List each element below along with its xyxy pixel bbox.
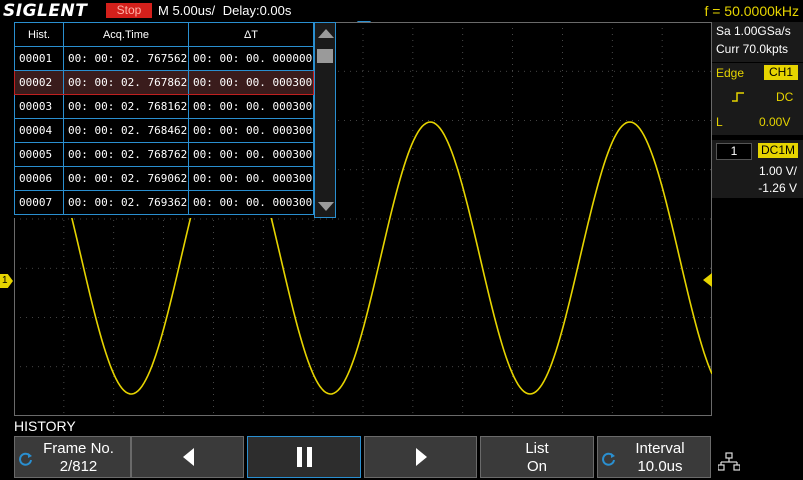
ch1-offset-marker[interactable]: 1 bbox=[0, 274, 13, 288]
sample-rate: Sa 1.00GSa/s bbox=[716, 24, 791, 38]
trigger-level-marker[interactable] bbox=[703, 273, 712, 287]
cell-delta-t: 00: 00: 00. 000300 bbox=[188, 142, 314, 167]
cell-acq-time: 00: 00: 02. 767862 bbox=[63, 70, 189, 95]
channel-coupling-badge: DC1M bbox=[758, 143, 798, 158]
trigger-level-value: 0.00V bbox=[759, 115, 791, 129]
cell-delta-t: 00: 00: 00. 000300 bbox=[188, 70, 314, 95]
cell-delta-t: 00: 00: 00. 000300 bbox=[188, 118, 314, 143]
scroll-thumb[interactable] bbox=[317, 49, 333, 63]
interval-softkey[interactable]: Interval 10.0us bbox=[597, 436, 711, 478]
trigger-info-panel[interactable]: Edge CH1 DC L 0.00V bbox=[712, 63, 803, 135]
cell-hist: 00001 bbox=[14, 46, 64, 71]
run-state-badge[interactable]: Stop bbox=[106, 3, 152, 18]
list-toggle-softkey[interactable]: List On bbox=[480, 436, 594, 478]
trigger-level-label: L bbox=[716, 115, 723, 129]
rising-edge-icon bbox=[732, 89, 744, 102]
timebase-scale: M 5.00us/ bbox=[158, 3, 216, 18]
pause-button[interactable] bbox=[247, 436, 361, 478]
history-table: Hist. Acq.Time ΔT 00001 00: 00: 02. 7675… bbox=[14, 22, 314, 215]
table-row[interactable]: 00001 00: 00: 02. 767562 00: 00: 00. 000… bbox=[14, 46, 314, 71]
col-hist-header: Hist. bbox=[14, 22, 64, 47]
trigger-source-badge: CH1 bbox=[764, 65, 798, 80]
channel-scale: 1.00 V/ bbox=[758, 164, 797, 178]
cell-hist: 00002 bbox=[14, 70, 64, 95]
channel-info-panel[interactable]: 1 DC1M 1.00 V/ -1.26 V bbox=[712, 140, 803, 198]
cell-hist: 00004 bbox=[14, 118, 64, 143]
table-row[interactable]: 00003 00: 00: 02. 768162 00: 00: 00. 000… bbox=[14, 94, 314, 119]
history-scrollbar[interactable] bbox=[314, 22, 336, 218]
table-row-selected[interactable]: 00002 00: 00: 02. 767862 00: 00: 00. 000… bbox=[14, 70, 314, 95]
channel-number-tab: 1 bbox=[716, 143, 752, 160]
rotary-knob-icon bbox=[602, 452, 616, 466]
table-row[interactable]: 00005 00: 00: 02. 768762 00: 00: 00. 000… bbox=[14, 142, 314, 167]
next-arrow-icon bbox=[416, 448, 427, 466]
cell-delta-t: 00: 00: 00. 000000 bbox=[188, 46, 314, 71]
table-row[interactable]: 00007 00: 00: 02. 769362 00: 00: 00. 000… bbox=[14, 190, 314, 215]
next-frame-button[interactable] bbox=[364, 436, 477, 478]
cell-acq-time: 00: 00: 02. 769062 bbox=[63, 166, 189, 191]
cell-hist: 00003 bbox=[14, 94, 64, 119]
cell-delta-t: 00: 00: 00. 000300 bbox=[188, 94, 314, 119]
trigger-type: Edge bbox=[716, 66, 745, 80]
timebase-delay: Delay:0.00s bbox=[222, 3, 292, 18]
previous-arrow-icon bbox=[183, 448, 194, 466]
menu-title: HISTORY bbox=[14, 418, 76, 434]
brand-logo: SIGLENT bbox=[3, 1, 88, 21]
scroll-up-arrow-icon[interactable] bbox=[318, 29, 334, 38]
table-row[interactable]: 00006 00: 00: 02. 769062 00: 00: 00. 000… bbox=[14, 166, 314, 191]
trigger-coupling: DC bbox=[776, 90, 794, 104]
list-label: List bbox=[525, 440, 549, 457]
cell-hist: 00005 bbox=[14, 142, 64, 167]
network-status-icon bbox=[717, 452, 741, 472]
cell-delta-t: 00: 00: 00. 000300 bbox=[188, 190, 314, 215]
frame-number-softkey[interactable]: Frame No. 2/812 bbox=[14, 436, 131, 478]
cell-acq-time: 00: 00: 02. 768162 bbox=[63, 94, 189, 119]
col-acq-time-header: Acq.Time bbox=[63, 22, 189, 47]
frequency-counter: f = 50.0000kHz bbox=[704, 3, 799, 19]
cell-hist: 00007 bbox=[14, 190, 64, 215]
cell-delta-t: 00: 00: 00. 000300 bbox=[188, 166, 314, 191]
memory-depth: Curr 70.0kpts bbox=[716, 42, 789, 56]
cell-acq-time: 00: 00: 02. 768462 bbox=[63, 118, 189, 143]
acquisition-info-panel: Sa 1.00GSa/s Curr 70.0kpts bbox=[712, 22, 803, 62]
list-value: On bbox=[526, 458, 547, 475]
timebase-readout[interactable]: M 5.00us/ Delay:0.00s bbox=[158, 2, 291, 20]
cell-hist: 00006 bbox=[14, 166, 64, 191]
previous-frame-button[interactable] bbox=[131, 436, 244, 478]
cell-acq-time: 00: 00: 02. 767562 bbox=[63, 46, 189, 71]
rotary-knob-icon bbox=[19, 452, 33, 466]
col-delta-t-header: ΔT bbox=[188, 22, 314, 47]
history-table-header: Hist. Acq.Time ΔT bbox=[14, 22, 314, 47]
scroll-down-arrow-icon[interactable] bbox=[318, 202, 334, 211]
cell-acq-time: 00: 00: 02. 768762 bbox=[63, 142, 189, 167]
ch1-offset-marker-label: 1 bbox=[2, 275, 8, 286]
history-list-panel: Hist. Acq.Time ΔT 00001 00: 00: 02. 7675… bbox=[14, 22, 336, 218]
channel-offset: -1.26 V bbox=[758, 181, 797, 195]
pause-icon bbox=[295, 447, 315, 467]
top-status-bar: SIGLENT Stop M 5.00us/ Delay:0.00s f = 5… bbox=[0, 0, 803, 22]
cell-acq-time: 00: 00: 02. 769362 bbox=[63, 190, 189, 215]
table-row[interactable]: 00004 00: 00: 02. 768462 00: 00: 00. 000… bbox=[14, 118, 314, 143]
